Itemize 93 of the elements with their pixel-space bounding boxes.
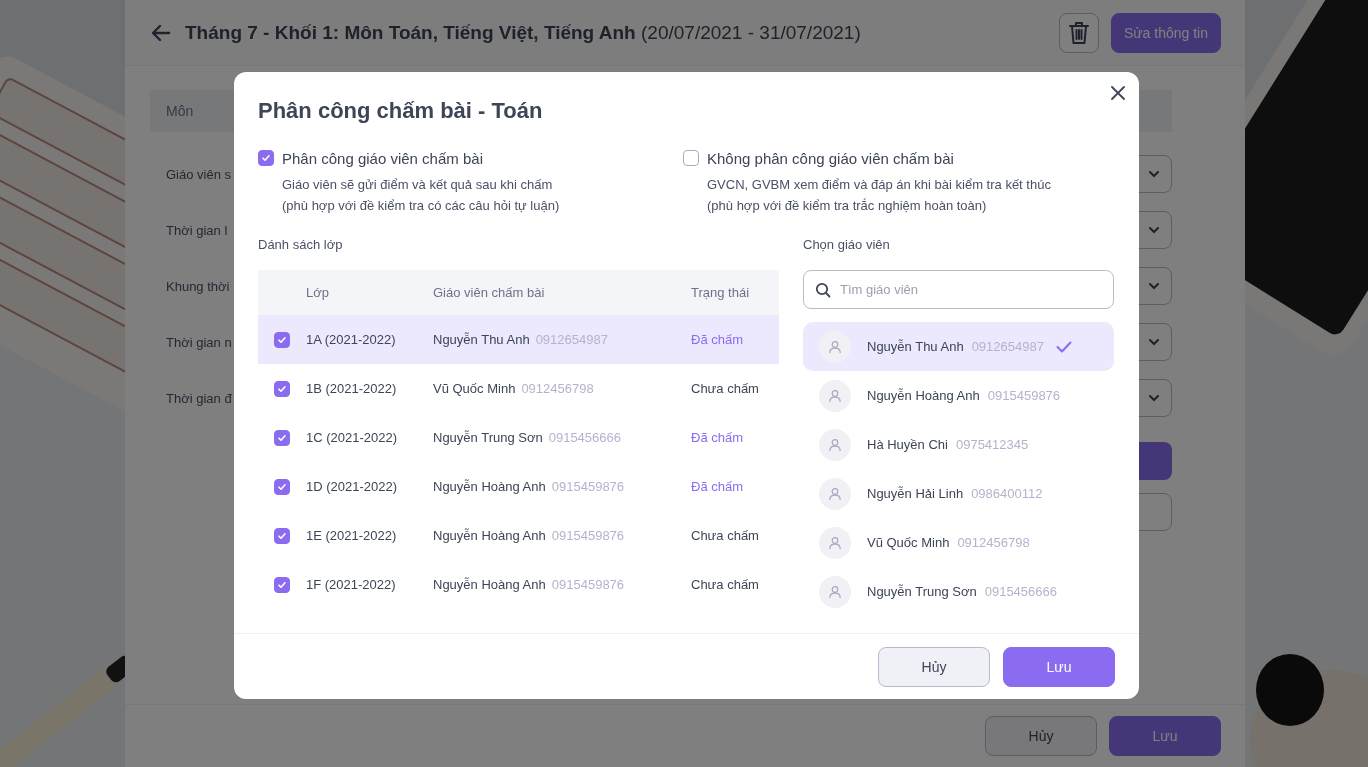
status-text: Chưa chấm <box>691 528 760 543</box>
column-header: Giáo viên chấm bài <box>433 285 546 300</box>
dialog-title: Phân công chấm bài - Toán <box>258 97 544 125</box>
status-text: Đã chấm <box>691 430 745 445</box>
avatar-icon <box>819 575 851 608</box>
checkbox[interactable] <box>274 576 290 593</box>
checkmark-icon <box>277 579 287 590</box>
phone-number: 0915456666 <box>548 430 621 445</box>
option-description: (phù hợp với đề kiểm tra có các câu hỏi tự luận) <box>281 197 561 215</box>
phone-number: 0975412345 <box>955 437 1029 452</box>
avatar-icon <box>819 526 851 559</box>
checkmark-icon <box>277 432 287 443</box>
teacher-name: Vũ Quốc Minh <box>867 535 950 550</box>
section-heading: Chọn giáo viên <box>803 236 891 254</box>
class-name: 1F (2021-2022) <box>306 577 397 592</box>
class-name: 1E (2021-2022) <box>306 528 398 543</box>
status-text: Đã chấm <box>691 479 745 494</box>
option-label: Không phân công giáo viên chấm bài <box>707 149 954 167</box>
status-text: Đã chấm <box>691 332 745 347</box>
phone-number: 0915456666 <box>984 584 1057 599</box>
table-row[interactable]: 1D (2021-2022) Nguyễn Hoàng Anh 0915459876 Đã chấm <box>258 462 779 511</box>
class-name: 1B (2021-2022) <box>306 381 398 396</box>
checkbox[interactable] <box>258 150 274 166</box>
teacher-list-item[interactable]: Vũ Quốc Minh 0912456798 <box>803 518 1114 567</box>
delete-button[interactable] <box>1058 12 1099 53</box>
checkbox[interactable] <box>274 331 290 348</box>
table-row[interactable]: 1E (2021-2022) Nguyễn Hoàng Anh 0915459876 Chưa chấm <box>258 511 779 560</box>
search-field[interactable]: Tìm giáo viên <box>803 270 1114 309</box>
cancel-button[interactable]: Hủy <box>878 646 990 687</box>
checkbox[interactable] <box>274 478 290 495</box>
class-name: 1D (2021-2022) <box>306 479 399 494</box>
table-row[interactable]: 1F (2021-2022) Nguyễn Hoàng Anh 0915459876 Chưa chấm <box>258 560 779 609</box>
save-button[interactable]: Lưu <box>1003 646 1115 687</box>
teacher-name: Nguyễn Hoàng Anh <box>433 528 546 543</box>
option-label: Phân công giáo viên chấm bài <box>282 149 483 167</box>
column-header: Môn <box>166 103 194 119</box>
page-title: Tháng 7 - Khối 1: Môn Toán, Tiếng Việt, Tiếng Anh (20/07/2021 - 31/07/2021) <box>185 21 861 44</box>
teacher-name: Nguyễn Trung Sơn <box>433 430 543 445</box>
avatar-icon <box>819 477 851 510</box>
teacher-name: Vũ Quốc Minh <box>433 381 516 396</box>
teacher-name: Hà Huyền Chi <box>867 437 948 452</box>
avatar-icon <box>819 379 851 412</box>
teacher-list-item[interactable]: Nguyễn Trung Sơn 0915456666 <box>803 567 1114 616</box>
avatar-icon <box>819 330 851 363</box>
teacher-name: Nguyễn Hoàng Anh <box>433 479 546 494</box>
status-text: Chưa chấm <box>691 381 760 396</box>
checkbox[interactable] <box>683 150 699 166</box>
class-name: 1A (2021-2022) <box>306 332 397 347</box>
option-description: Giáo viên sẽ gửi điểm và kết quả sau khi chấm <box>281 176 554 194</box>
avatar-icon <box>819 428 851 461</box>
status-text: Chưa chấm <box>691 577 760 592</box>
table-row[interactable]: 1C (2021-2022) Nguyễn Trung Sơn 0915456666 Đã chấm <box>258 413 779 462</box>
checkbox[interactable] <box>274 527 290 544</box>
checkmark-icon <box>277 530 287 541</box>
teacher-name: Nguyễn Hoàng Anh <box>867 388 980 403</box>
checkmark-icon <box>1055 340 1072 353</box>
teacher-list-item[interactable]: Nguyễn Hoàng Anh 0915459876 <box>803 371 1114 420</box>
column-header: Trạng thái <box>691 285 751 300</box>
option-description: GVCN, GVBM xem điểm và đáp án khi bài kiểm tra kết thúc <box>706 176 1052 194</box>
form-label: Thời gian đ <box>166 390 232 406</box>
teacher-name: Nguyễn Trung Sơn <box>867 584 977 599</box>
phone-number: 0915459876 <box>551 479 625 494</box>
checkbox[interactable] <box>274 429 290 446</box>
teacher-name: Nguyễn Thu Anh <box>867 339 964 354</box>
checkmark-icon <box>261 153 271 163</box>
section-heading: Dánh sách lớp <box>258 236 344 254</box>
table-row[interactable]: 1B (2021-2022) Vũ Quốc Minh 0912456798 Chưa chấm <box>258 364 779 413</box>
form-label: Thời gian n <box>166 334 232 350</box>
close-button[interactable] <box>1111 86 1125 100</box>
form-label: Thời gian l <box>166 222 228 238</box>
checkbox[interactable] <box>274 380 290 397</box>
phone-number: 0912456798 <box>521 381 594 396</box>
trash-icon <box>1067 20 1090 45</box>
column-header: Lớp <box>306 285 330 300</box>
search-icon <box>815 282 831 298</box>
cancel-button[interactable]: Hủy <box>985 716 1097 756</box>
teacher-list-item[interactable]: Hà Huyền Chi 0975412345 <box>803 420 1114 469</box>
class-name: 1C (2021-2022) <box>306 430 399 445</box>
phone-number: 0912456798 <box>957 535 1030 550</box>
checkmark-icon <box>277 481 287 492</box>
teacher-name: Nguyễn Thu Anh <box>433 332 530 347</box>
phone-number: 0915459876 <box>987 388 1061 403</box>
phone-number: 0915459876 <box>551 577 625 592</box>
teacher-name: Nguyễn Hoàng Anh <box>433 577 546 592</box>
teacher-name: Nguyễn Hải Linh <box>867 486 964 501</box>
phone-number: 0915459876 <box>551 528 625 543</box>
phone-number: 0986400112 <box>971 486 1043 501</box>
option-description: (phù hợp với đề kiểm tra trắc nghiệm hoàn toàn) <box>706 197 988 215</box>
checkmark-icon <box>277 334 287 345</box>
teacher-list-item[interactable]: Nguyễn Hải Linh 0986400112 <box>803 469 1114 518</box>
form-label: Khung thời <box>166 278 230 294</box>
checkmark-icon <box>277 383 287 394</box>
form-label: Giáo viên s <box>166 166 232 182</box>
